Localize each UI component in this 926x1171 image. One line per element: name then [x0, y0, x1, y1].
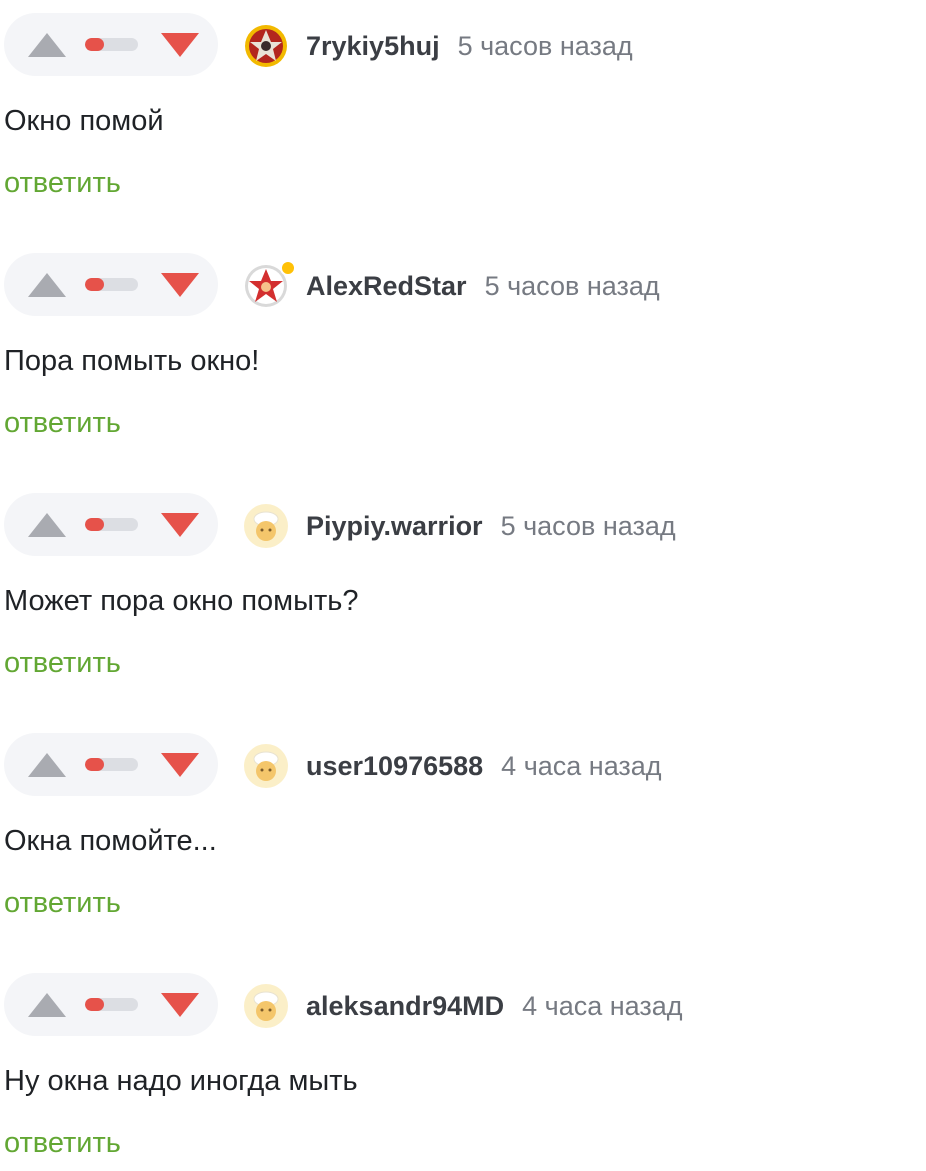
downvote-button[interactable] — [157, 749, 203, 781]
comment-text: Окна помойте... — [4, 825, 217, 857]
rating-bar-negative-fill — [85, 278, 104, 291]
author-name[interactable]: user10976588 — [306, 751, 483, 781]
rating-bar — [85, 758, 138, 771]
comment-author-line: Piypiy.warrior 5 часов назад — [306, 508, 676, 544]
downvote-button[interactable] — [157, 269, 203, 301]
comment-text: Окно помой — [4, 105, 164, 137]
upvote-button[interactable] — [24, 269, 70, 301]
comment-time: 5 часов назад — [457, 31, 633, 61]
reply-link[interactable]: ответить — [4, 405, 121, 441]
rating-bar-negative-fill — [85, 998, 104, 1011]
comment-time: 4 часа назад — [522, 991, 683, 1021]
upvote-button[interactable] — [24, 509, 70, 541]
author-name[interactable]: 7rykiy5huj — [306, 31, 440, 61]
downvote-button[interactable] — [157, 29, 203, 61]
comment-author-line: aleksandr94MD 4 часа назад — [306, 988, 683, 1024]
rating-bar-negative-fill — [85, 758, 104, 771]
downvote-arrow-icon — [161, 513, 199, 537]
rating-bar-negative-fill — [85, 38, 104, 51]
comment-text: Может пора окно помыть? — [4, 585, 359, 617]
upvote-arrow-icon — [28, 753, 66, 777]
chef-default-avatar-icon — [244, 744, 288, 788]
online-status-dot — [280, 260, 296, 276]
rating-bar — [85, 38, 138, 51]
comment-author-line: user10976588 4 часа назад — [306, 748, 662, 784]
rating-bar — [85, 278, 138, 291]
rating-bar-negative-fill — [85, 518, 104, 531]
author-name[interactable]: Piypiy.warrior — [306, 511, 483, 541]
upvote-arrow-icon — [28, 513, 66, 537]
comment-item: Piypiy.warrior 5 часов назад Может пора о… — [0, 480, 926, 680]
comment-item: 7rykiy5huj 5 часов назад Окно помой ответ… — [0, 0, 926, 200]
avatar[interactable] — [244, 260, 296, 308]
comment-text: Пора помыть окно! — [4, 345, 260, 377]
downvote-arrow-icon — [161, 753, 199, 777]
upvote-arrow-icon — [28, 33, 66, 57]
chef-default-avatar-icon — [244, 984, 288, 1028]
comment-time: 4 часа назад — [501, 751, 662, 781]
rating-bar — [85, 518, 138, 531]
downvote-button[interactable] — [157, 989, 203, 1021]
comment-author-line: 7rykiy5huj 5 часов назад — [306, 28, 633, 64]
vote-pill — [4, 493, 218, 556]
comment-time: 5 часов назад — [484, 271, 660, 301]
downvote-arrow-icon — [161, 33, 199, 57]
rating-bar — [85, 998, 138, 1011]
downvote-arrow-icon — [161, 993, 199, 1017]
comment-text: Ну окна надо иногда мыть — [4, 1065, 358, 1097]
author-name[interactable]: AlexRedStar — [306, 271, 467, 301]
upvote-button[interactable] — [24, 29, 70, 61]
reply-link[interactable]: ответить — [4, 1125, 121, 1161]
comment-author-line: AlexRedStar 5 часов назад — [306, 268, 660, 304]
avatar[interactable] — [244, 504, 288, 548]
chef-default-avatar-icon — [244, 504, 288, 548]
vote-pill — [4, 253, 218, 316]
downvote-button[interactable] — [157, 509, 203, 541]
avatar[interactable] — [244, 24, 288, 68]
vote-pill — [4, 13, 218, 76]
vote-pill — [4, 733, 218, 796]
reply-link[interactable]: ответить — [4, 645, 121, 681]
upvote-button[interactable] — [24, 749, 70, 781]
vote-pill — [4, 973, 218, 1036]
author-name[interactable]: aleksandr94MD — [306, 991, 504, 1021]
upvote-button[interactable] — [24, 989, 70, 1021]
comment-item: AlexRedStar 5 часов назад Пора помыть окн… — [0, 240, 926, 440]
upvote-arrow-icon — [28, 273, 66, 297]
avatar[interactable] — [244, 744, 288, 788]
avatar[interactable] — [244, 984, 288, 1028]
comment-item: user10976588 4 часа назад Окна помойте...… — [0, 720, 926, 920]
comment-item: aleksandr94MD 4 часа назад Ну окна надо и… — [0, 960, 926, 1160]
warrior-emblem-icon — [245, 25, 287, 67]
comment-time: 5 часов назад — [500, 511, 676, 541]
reply-link[interactable]: ответить — [4, 885, 121, 921]
upvote-arrow-icon — [28, 993, 66, 1017]
reply-link[interactable]: ответить — [4, 165, 121, 201]
downvote-arrow-icon — [161, 273, 199, 297]
